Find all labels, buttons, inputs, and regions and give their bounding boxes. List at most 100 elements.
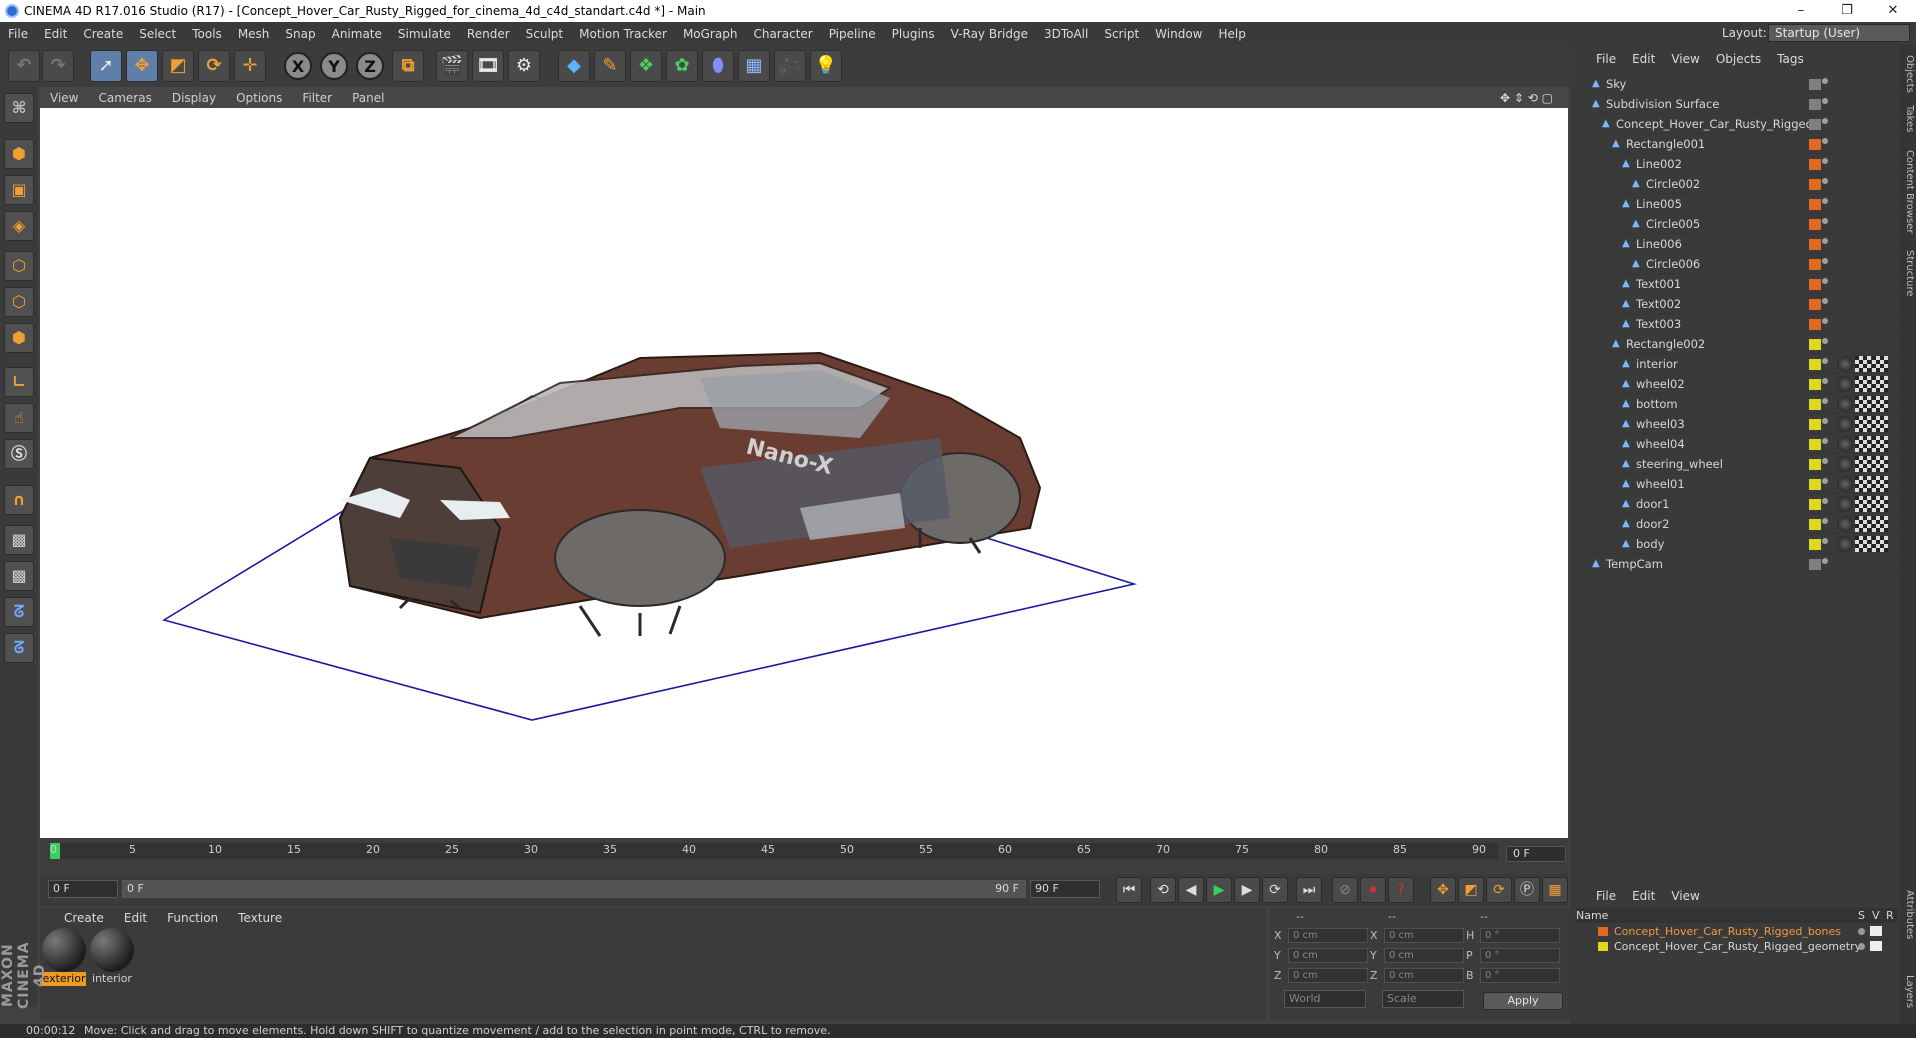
layer-color-swatch[interactable] [1809,479,1821,490]
visibility-dot-icon[interactable] [1822,298,1828,304]
layer-color-swatch[interactable] [1809,199,1821,210]
menu-motion-tracker[interactable]: Motion Tracker [571,27,675,41]
render-view-icon[interactable]: 🎬 [436,50,468,82]
texture-tag-icon[interactable] [1872,436,1888,452]
end-frame-field[interactable]: 90 F [1030,880,1100,898]
visibility-dot-icon[interactable] [1822,558,1828,564]
tab-structure[interactable]: Structure [1901,250,1915,297]
visibility-dot-icon[interactable] [1822,458,1828,464]
viewport-menu-view[interactable]: View [40,91,88,105]
material-tag-icon[interactable] [1837,476,1853,492]
texture-tag-icon[interactable] [1855,516,1871,532]
menu-pipeline[interactable]: Pipeline [821,27,884,41]
texture-tag-icon[interactable] [1872,496,1888,512]
layer-color-swatch[interactable] [1809,399,1821,410]
layer-color-swatch[interactable] [1598,927,1608,936]
layer-menu-edit[interactable]: Edit [1624,889,1663,903]
material-tag-icon[interactable] [1837,516,1853,532]
object-row[interactable]: ▲ Text003 [1578,314,1900,334]
material-tag-icon[interactable] [1837,356,1853,372]
obj-menu-objects[interactable]: Objects [1708,52,1769,66]
viewport-menu-filter[interactable]: Filter [292,91,342,105]
texture-tag-icon[interactable] [1855,416,1871,432]
object-row[interactable]: ▲ Text001 [1578,274,1900,294]
maximize-button[interactable]: ❐ [1824,0,1870,22]
layer-color-swatch[interactable] [1809,439,1821,450]
object-row[interactable]: ▲ Line006 [1578,234,1900,254]
coord-value-field[interactable]: 0 cm [1384,968,1464,983]
visibility-dot-icon[interactable] [1822,518,1828,524]
coord-value-field[interactable]: 0 cm [1384,928,1464,943]
layer-visibility-icon[interactable] [1870,941,1882,951]
visibility-dot-icon[interactable] [1822,258,1828,264]
deformer-icon[interactable]: ⬮ [702,50,734,82]
cube-primitive-icon[interactable]: ◆ [558,50,590,82]
tab-objects[interactable]: Objects [1901,55,1915,93]
material-tag-icon[interactable] [1837,456,1853,472]
visibility-dot-icon[interactable] [1822,198,1828,204]
visibility-dot-icon[interactable] [1822,78,1828,84]
layer-color-swatch[interactable] [1809,99,1821,110]
python-script-icon[interactable]: ᘔ [4,597,34,627]
menu-mograph[interactable]: MoGraph [675,27,746,41]
texture-tag-icon[interactable] [1855,376,1871,392]
next-key-icon[interactable]: ⟳ [1262,877,1288,903]
coord-value-field[interactable]: 0 ° [1480,948,1560,963]
material-interior[interactable]: interior [90,928,134,988]
recent-tool-icon[interactable]: ✛ [234,50,266,82]
visibility-dot-icon[interactable] [1822,498,1828,504]
texture-tag-icon[interactable] [1872,356,1888,372]
obj-menu-tags[interactable]: Tags [1769,52,1812,66]
workplane-lock-icon[interactable]: ▩ [4,525,34,555]
object-row[interactable]: ▲ Rectangle002 [1578,334,1900,354]
axis-x-button[interactable]: X [284,52,312,80]
mat-menu-function[interactable]: Function [157,911,228,925]
texture-tag-icon[interactable] [1872,476,1888,492]
edge-mode-icon[interactable]: ⬡ [4,287,34,317]
3d-viewport[interactable]: Nano-X [40,108,1568,838]
viewport-nav-icons[interactable]: ✥ ⇕ ⟲ ▢ [1500,91,1553,105]
menu-plugins[interactable]: Plugins [884,27,943,41]
mat-menu-edit[interactable]: Edit [114,911,157,925]
material-tag-icon[interactable] [1837,376,1853,392]
texture-tag-icon[interactable] [1855,396,1871,412]
layout-select[interactable]: Startup (User) [1768,24,1910,42]
keyframe-icon[interactable]: ⊘ [1332,877,1358,903]
object-row[interactable]: ▲ wheel02 [1578,374,1900,394]
layer-color-swatch[interactable] [1809,219,1821,230]
coord-value-field[interactable]: 0 cm [1288,928,1368,943]
texture-tag-icon[interactable] [1855,456,1871,472]
key-param-icon[interactable]: Ⓟ [1514,877,1540,903]
rotate-tool-icon[interactable]: ⟳ [198,50,230,82]
layer-color-swatch[interactable] [1809,559,1821,570]
menu-file[interactable]: File [0,27,36,41]
texture-tag-icon[interactable] [1872,536,1888,552]
texture-tag-icon[interactable] [1855,436,1871,452]
layer-menu-file[interactable]: File [1588,889,1624,903]
quantize-icon[interactable]: ▩ [4,561,34,591]
viewport-menu-panel[interactable]: Panel [342,91,394,105]
layer-color-swatch[interactable] [1809,499,1821,510]
layer-color-swatch[interactable] [1809,239,1821,250]
close-button[interactable]: ✕ [1870,0,1916,22]
visibility-dot-icon[interactable] [1822,538,1828,544]
visibility-dot-icon[interactable] [1822,378,1828,384]
object-row[interactable]: ▲ Subdivision Surface [1578,94,1900,114]
visibility-dot-icon[interactable] [1822,358,1828,364]
layer-solo-dot-icon[interactable] [1858,943,1865,950]
coord-mode-select[interactable]: World [1284,990,1366,1008]
texture-tag-icon[interactable] [1872,396,1888,412]
material-tag-icon[interactable] [1837,416,1853,432]
layer-color-swatch[interactable] [1809,179,1821,190]
obj-menu-file[interactable]: File [1588,52,1624,66]
object-row[interactable]: ▲ Circle005 [1578,214,1900,234]
key-rotation-icon[interactable]: ⟳ [1486,877,1512,903]
key-scale-icon[interactable]: ◩ [1458,877,1484,903]
make-editable-icon[interactable]: ⌘ [4,93,34,123]
layer-color-swatch[interactable] [1809,539,1821,550]
layer-color-swatch[interactable] [1809,459,1821,470]
autokey-icon[interactable]: ? [1388,877,1414,903]
mograph-cloner-icon[interactable]: ✿ [666,50,698,82]
layer-color-swatch[interactable] [1809,119,1821,130]
material-tag-icon[interactable] [1837,536,1853,552]
